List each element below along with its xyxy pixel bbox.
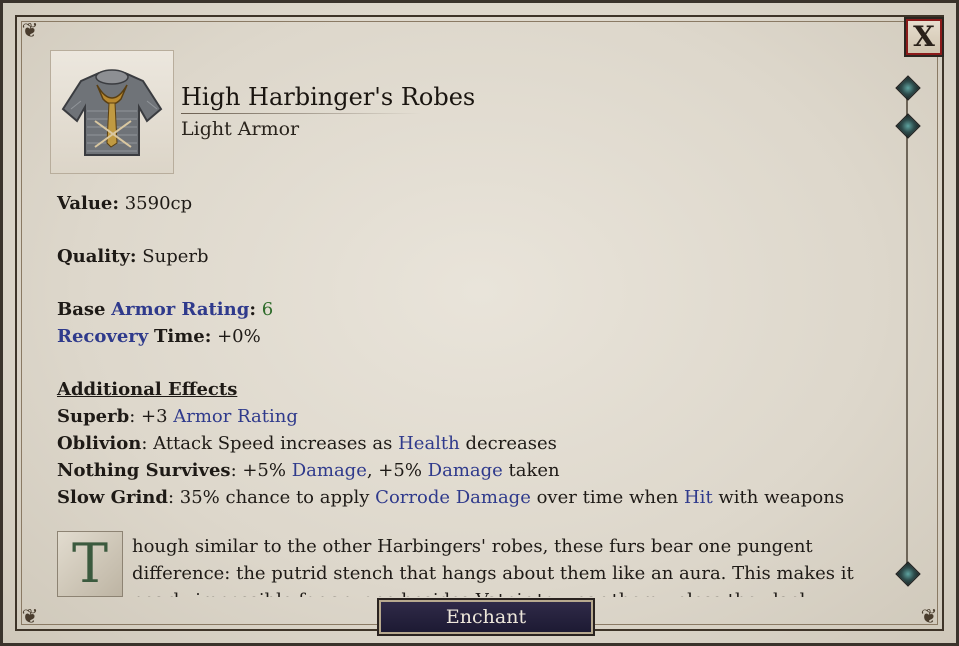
effect-text: over time when [530,487,684,508]
effect-slow-grind: Slow Grind: 35% chance to apply Corrode … [57,487,844,508]
effect-text: decreases [459,433,557,454]
scroll-thumb[interactable] [895,113,921,139]
additional-effects-heading: Additional Effects [57,379,237,400]
effect-text: taken [502,460,560,481]
corner-ornament-icon: ❦ [21,604,39,628]
corner-ornament-icon: ❦ [21,18,39,42]
recovery-link[interactable]: Recovery [57,326,148,347]
recovery-value: +0% [217,326,261,347]
effect-text: : +5% [230,460,292,481]
description-block[interactable]: T hough similar to the other Harbingers'… [57,531,892,597]
quality-value: Superb [142,246,209,267]
effect-name: Nothing Survives [57,460,231,481]
close-button[interactable]: X [904,17,944,57]
armor-rating-row: Base Armor Rating: 6 [57,299,274,320]
effect-text: : Attack Speed increases as [141,433,399,454]
close-icon: X [913,20,935,53]
armor-rating-link[interactable]: Armor Rating [111,299,249,320]
recovery-time-label: Time: [153,326,212,347]
scroll-down-icon[interactable] [895,561,921,587]
effects-heading-text: Additional Effects [57,379,238,400]
item-detail-panel: ❦ ❦ ❦ X High Harbinger's Robes Light Arm… [0,0,959,646]
corrode-damage-link[interactable]: Corrode Damage [375,487,531,508]
item-type: Light Armor [181,118,300,140]
hit-link[interactable]: Hit [684,487,713,508]
effect-text: , +5% [366,460,428,481]
armor-rating-link[interactable]: Armor Rating [173,406,298,427]
effect-text: : 35% chance to apply [167,487,376,508]
effect-nothing-survives: Nothing Survives: +5% Damage, +5% Damage… [57,460,560,481]
value-amount: 3590cp [124,193,193,214]
dropcap: T [57,531,123,597]
corner-ornament-icon: ❦ [920,604,938,628]
dropcap-letter: T [71,532,109,595]
effect-name: Oblivion [57,433,142,454]
scroll-up-icon[interactable] [895,75,921,101]
recovery-row: Recovery Time: +0% [57,326,261,347]
description-text: hough similar to the other Harbingers' r… [132,536,854,597]
damage-link[interactable]: Damage [428,460,503,481]
base-label: Base [57,299,106,320]
value-label: Value: [57,193,119,214]
title-divider [181,113,421,114]
value-row: Value: 3590cp [57,193,192,214]
effect-oblivion: Oblivion: Attack Speed increases as Heal… [57,433,557,454]
health-link[interactable]: Health [398,433,460,454]
item-portrait [50,50,174,174]
chainmail-robe-icon [61,69,163,156]
effect-name: Slow Grind [57,487,168,508]
scrollbar[interactable] [895,73,921,593]
damage-link[interactable]: Damage [292,460,367,481]
quality-row: Quality: Superb [57,246,209,267]
armor-rating-value: 6 [261,299,274,320]
enchant-button[interactable]: Enchant [377,598,595,636]
item-name: High Harbinger's Robes [181,83,476,111]
effect-name: Superb [57,406,130,427]
effect-superb: Superb: +3 Armor Rating [57,406,298,427]
scroll-track[interactable] [906,93,908,573]
effect-text: with weapons [712,487,845,508]
effect-text: : +3 [129,406,174,427]
quality-label: Quality: [57,246,137,267]
